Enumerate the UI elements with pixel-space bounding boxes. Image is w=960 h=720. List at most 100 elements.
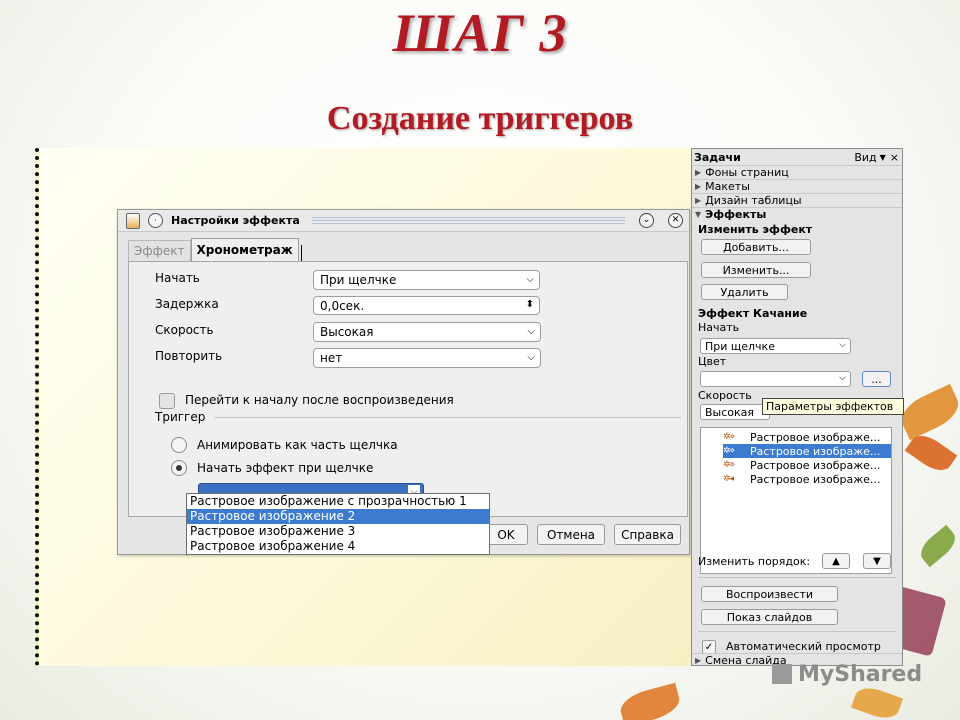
effect-item-label: Растровое изображе... (750, 444, 881, 458)
delay-label: Задержка (155, 297, 219, 311)
expand-triangle-icon: ▶ (695, 196, 702, 205)
window-menu-icon[interactable]: · (148, 213, 163, 228)
ok-button-label: OK (497, 527, 515, 542)
timing-panel: Начать При щелчке ⌵ Задержка 0,0сек. ⬍ С… (128, 261, 688, 517)
section-effects[interactable]: ▼ Эффекты (692, 207, 902, 221)
move-down-arrow-icon[interactable]: ▼ (863, 553, 891, 569)
auto-preview-label: Автоматический просмотр (726, 640, 881, 653)
effect-options-button[interactable]: ... (862, 371, 891, 387)
start-label: Начать (155, 271, 200, 285)
modify-effect-button[interactable]: Изменить... (701, 262, 811, 278)
move-up-arrow-icon[interactable]: ▲ (822, 553, 850, 569)
effect-options-tooltip: Параметры эффектов (762, 398, 904, 415)
titlebar-grip (311, 217, 625, 224)
effect-name: Эффект Качание (698, 307, 808, 320)
tp-start-select[interactable]: При щелчке ⌵ (700, 338, 851, 354)
animate-part-label: Анимировать как часть щелчка (197, 438, 398, 452)
play-button[interactable]: Воспроизвести (701, 586, 838, 602)
task-pane-title: Задачи (694, 150, 741, 164)
tab-effect[interactable]: Эффект (128, 240, 191, 261)
dropdown-item[interactable]: Растровое изображение 4 (187, 539, 489, 554)
expand-triangle-icon: ▶ (695, 656, 702, 665)
repeat-select[interactable]: нет ⌵ (313, 348, 541, 368)
rewind-checkbox-label: Перейти к началу после воспроизведения (185, 393, 454, 407)
start-value: При щелчке (320, 273, 397, 287)
section-page-backgrounds[interactable]: ▶ Фоны страниц (692, 165, 902, 179)
minimize-icon[interactable]: ⌄ (639, 213, 654, 228)
trigger-group-label: Триггер (155, 410, 206, 424)
watermark: MyShared (772, 662, 922, 687)
effect-list-item[interactable]: ✲⋄ Растровое изображе... (723, 430, 891, 444)
effect-icon: ✲◂ (723, 474, 734, 484)
speed-select[interactable]: Высокая ⌵ (313, 322, 541, 342)
effect-list-item[interactable]: ✲◂ Растровое изображе... (723, 472, 891, 486)
add-effect-button[interactable]: Добавить... (701, 239, 811, 255)
section-table-design[interactable]: ▶ Дизайн таблицы (692, 193, 902, 207)
effect-icon: ✲⋄ (723, 460, 735, 470)
divider (698, 577, 896, 578)
close-task-pane-icon[interactable]: × (890, 151, 899, 164)
animate-part-radio[interactable] (171, 437, 187, 453)
dialog-titlebar[interactable]: · Настройки эффекта ⌄ ✕ (118, 210, 689, 232)
watermark-logo-icon (772, 664, 792, 684)
chevron-down-icon: ⌵ (527, 326, 535, 337)
trigger-divider (215, 417, 681, 418)
tab-timing[interactable]: Хронометраж (190, 238, 299, 261)
section-label: Макеты (705, 180, 750, 193)
chevron-down-icon: ⌵ (839, 373, 846, 383)
effect-list-item[interactable]: ✲⋄ Растровое изображе... (723, 458, 891, 472)
close-icon[interactable]: ✕ (668, 213, 683, 228)
collapse-triangle-icon: ▼ (695, 210, 702, 219)
expand-triangle-icon: ▶ (695, 182, 702, 191)
slideshow-button[interactable]: Показ слайдов (701, 609, 838, 625)
dropdown-item[interactable]: Растровое изображение 3 (187, 524, 489, 539)
slide-subtitle: Создание триггеров (326, 100, 634, 137)
start-on-click-radio[interactable] (171, 460, 187, 476)
expand-triangle-icon: ▶ (695, 168, 702, 177)
cancel-button[interactable]: Отмена (537, 524, 605, 545)
tp-speed-label: Скорость (698, 389, 752, 402)
section-label: Дизайн таблицы (705, 194, 802, 207)
effect-item-label: Растровое изображе... (750, 458, 881, 472)
dropdown-item-selected[interactable]: Растровое изображение 2 (187, 509, 489, 524)
delay-value: 0,0сек. (320, 298, 365, 313)
chevron-down-icon: ⌵ (527, 352, 535, 363)
divider (698, 631, 896, 632)
speed-label: Скорость (155, 323, 214, 337)
effects-list: ✲⋄ Растровое изображе... ✲⋄ Растровое из… (700, 427, 892, 574)
watermark-text: MyShared (798, 662, 923, 687)
section-layouts[interactable]: ▶ Макеты (692, 179, 902, 193)
effect-item-label: Растровое изображе... (750, 430, 881, 444)
section-label: Фоны страниц (705, 166, 789, 179)
chevron-down-icon: ⌵ (526, 274, 534, 285)
start-select[interactable]: При щелчке ⌵ (313, 270, 540, 290)
dialog-title: Настройки эффекта (171, 214, 300, 227)
dropdown-item[interactable]: Растровое изображение с прозрачностью 1 (187, 494, 489, 509)
rewind-checkbox[interactable] (159, 393, 175, 409)
delete-effect-button[interactable]: Удалить (701, 284, 788, 300)
effect-item-label: Растровое изображе... (750, 472, 881, 486)
trigger-dropdown-list: Растровое изображение с прозрачностью 1 … (186, 493, 490, 555)
spinner-icon[interactable]: ⬍ (526, 299, 534, 311)
app-icon (126, 212, 140, 229)
view-menu-chevron-icon[interactable]: ▼ (880, 153, 886, 162)
task-pane-header: Задачи Вид ▼ × (692, 149, 902, 165)
step-title: ШАГ 3 (392, 3, 568, 63)
tp-start-value: При щелчке (705, 339, 775, 353)
tp-speed-value: Высокая (705, 405, 755, 419)
repeat-label: Повторить (155, 349, 223, 363)
delay-spinner[interactable]: 0,0сек. ⬍ (313, 296, 540, 315)
effect-icon: ✲⋄ (723, 432, 735, 442)
speed-value: Высокая (320, 325, 374, 339)
tp-color-select[interactable]: ⌵ (700, 371, 851, 387)
start-on-click-label: Начать эффект при щелчке (197, 461, 374, 475)
effect-list-item-selected[interactable]: ✲⋄ Растровое изображе... (723, 444, 891, 458)
effect-icon: ✲⋄ (723, 446, 735, 456)
help-button[interactable]: Справка (614, 524, 681, 545)
tp-speed-select[interactable]: Высокая (700, 404, 770, 420)
tp-start-label: Начать (698, 321, 740, 334)
auto-preview-checkbox[interactable]: ✓ (702, 640, 716, 654)
view-menu-button[interactable]: Вид (854, 151, 876, 164)
repeat-value: нет (320, 351, 343, 365)
chevron-down-icon: ⌵ (839, 340, 846, 350)
